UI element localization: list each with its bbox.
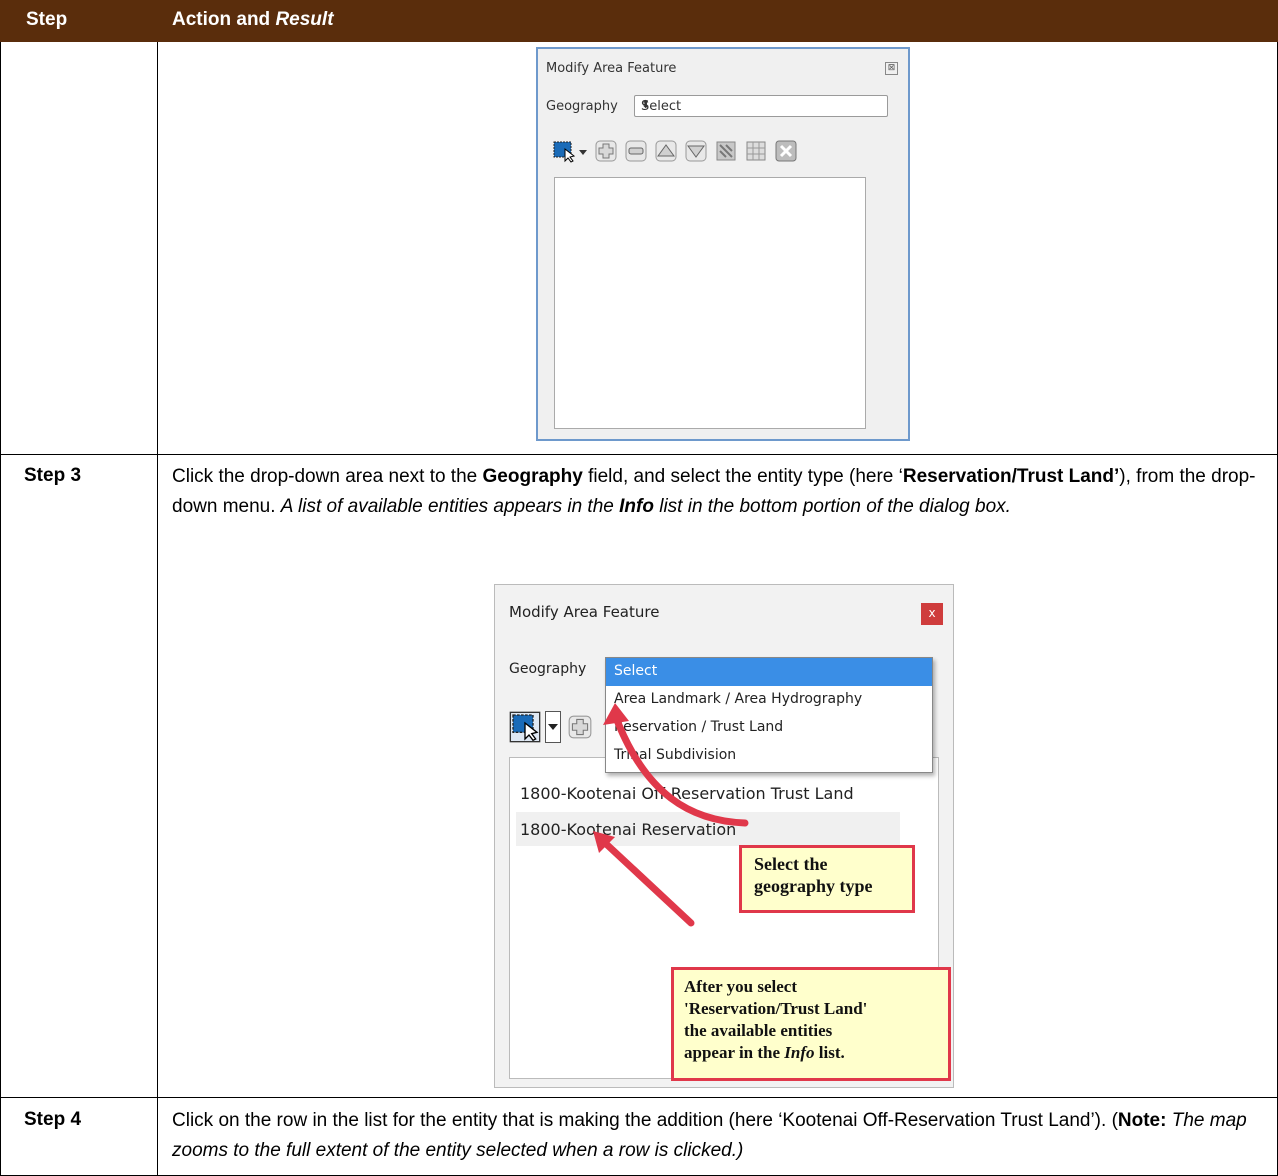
select-tool-icon[interactable]: [552, 139, 576, 163]
step-4-label: Step 4: [24, 1109, 82, 1130]
dropdown-option-tribal-subdivision[interactable]: Tribal Subdivision: [606, 742, 932, 770]
info-list-empty[interactable]: [554, 177, 866, 429]
column-divider: [157, 42, 158, 1176]
dropdown-arrow-icon: [548, 724, 558, 730]
move-down-icon[interactable]: [684, 139, 708, 163]
map-layer-icon[interactable]: [714, 139, 738, 163]
step-3-text: Click the drop-down area next to the Geo…: [172, 466, 1256, 517]
modify-area-feature-dialog-dropdown: Modify Area Feature x Geography 1800-Koo…: [494, 584, 954, 1088]
select-tool-icon[interactable]: [509, 711, 541, 743]
table-grid-icon[interactable]: [744, 139, 768, 163]
step-3-label: Step 3: [24, 465, 82, 486]
toolbar: [552, 137, 897, 171]
dropdown-option-select[interactable]: Select: [606, 658, 932, 686]
geography-dropdown-menu[interactable]: Select Area Landmark / Area Hydrography …: [605, 657, 933, 773]
dialog-close-icon[interactable]: ⊠: [885, 62, 898, 75]
callout-select-geography: Select the geography type: [739, 845, 915, 913]
list-item[interactable]: 1800-Kootenai Off-Reservation Trust Land: [520, 784, 854, 803]
clear-icon[interactable]: [774, 139, 798, 163]
modify-area-feature-dialog-empty: Modify Area Feature ⊠ Geography Select ⬍: [536, 47, 910, 441]
header-action: Action and Result: [172, 9, 334, 30]
remove-icon[interactable]: [624, 139, 648, 163]
dropdown-option-reservation[interactable]: Reservation / Trust Land: [606, 714, 932, 742]
dialog-close-button[interactable]: x: [921, 603, 943, 625]
border-left: [0, 42, 1, 1176]
dropdown-arrow-icon[interactable]: [578, 147, 588, 157]
geography-label: Geography: [546, 99, 618, 114]
tool-dropdown[interactable]: [545, 711, 561, 743]
step-4-text: Click on the row in the list for the ent…: [172, 1110, 1247, 1161]
geography-label: Geography: [509, 661, 587, 677]
callout-available-entities: After you select 'Reservation/Trust Land…: [671, 967, 951, 1081]
move-up-icon[interactable]: [654, 139, 678, 163]
geography-select[interactable]: Select ⬍: [634, 95, 888, 117]
add-icon[interactable]: [567, 713, 593, 741]
add-icon[interactable]: [594, 139, 618, 163]
row-divider-2: [0, 1097, 1278, 1098]
table-header: Step Action and Result: [0, 0, 1278, 42]
dialog-title: Modify Area Feature: [546, 61, 677, 76]
dropdown-option-area-landmark[interactable]: Area Landmark / Area Hydrography: [606, 686, 932, 714]
header-step: Step: [26, 9, 68, 30]
dialog-title: Modify Area Feature: [509, 603, 660, 621]
select-arrow-icon: ⬍: [641, 98, 651, 111]
row-divider-1: [0, 454, 1278, 455]
list-item[interactable]: 1800-Kootenai Reservation: [520, 820, 736, 839]
